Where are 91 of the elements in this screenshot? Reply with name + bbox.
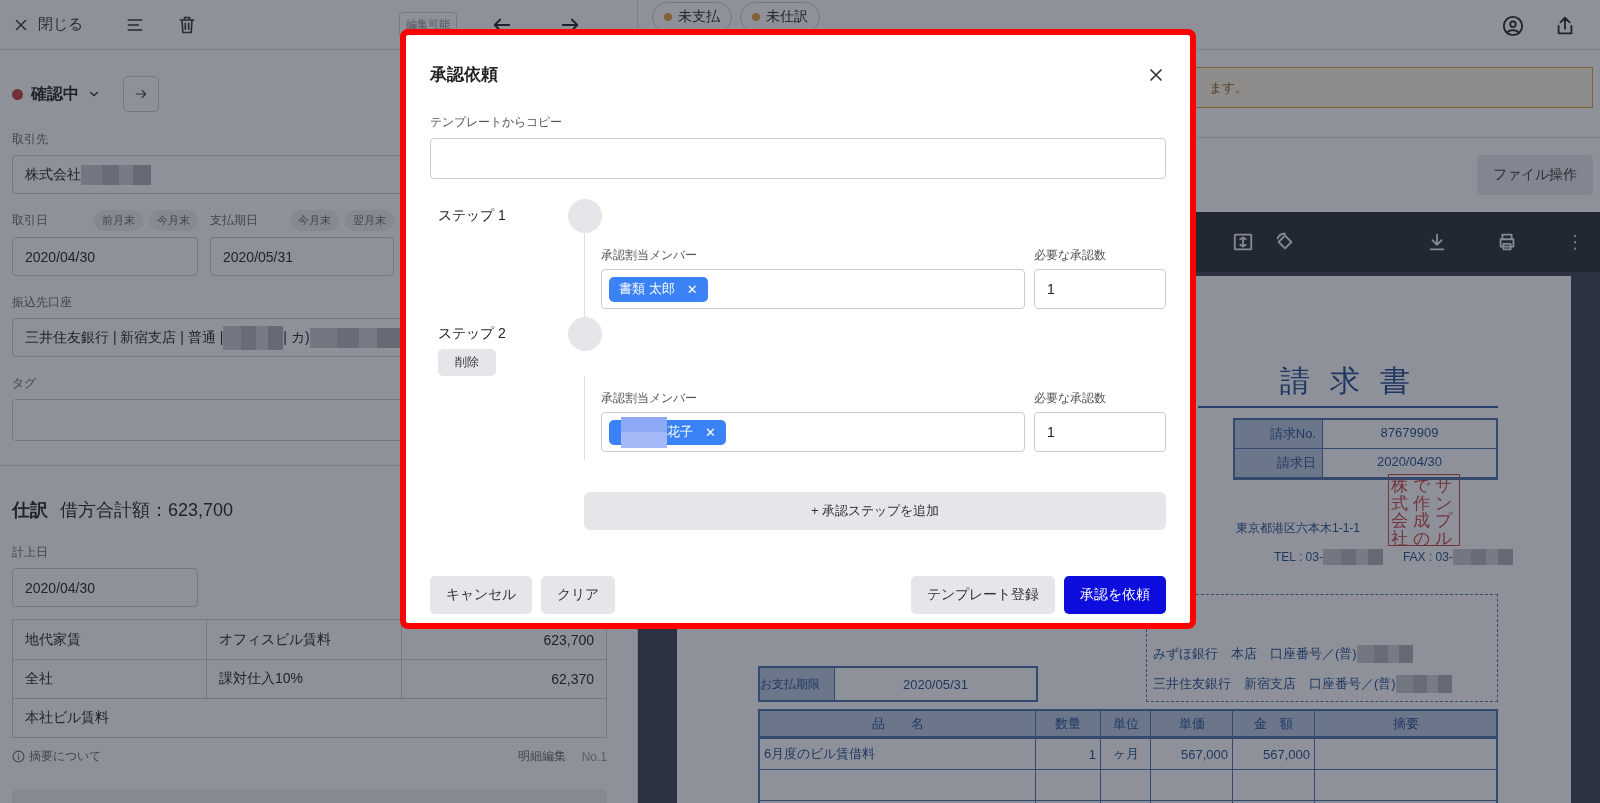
file-menu-button[interactable]: ファイル操作	[1477, 155, 1593, 195]
section-title: 仕訳	[12, 499, 48, 522]
redaction-mosaic	[81, 164, 151, 185]
invoice-header-cell: 単価	[1150, 711, 1232, 736]
field-label: 承認割当メンバー	[601, 390, 698, 407]
status-tag[interactable]: 未仕訳	[740, 2, 820, 32]
redaction-mosaic	[1356, 645, 1413, 663]
count-field[interactable]: 1	[1034, 269, 1166, 309]
table-cell-text: 本社ビル賃料	[24, 708, 110, 727]
invoice-header-cell: 摘要	[1314, 711, 1496, 736]
info-link[interactable]: 摘要について	[12, 748, 101, 765]
status-dot	[664, 13, 672, 21]
redaction-mosaic	[223, 325, 284, 350]
redaction-mosaic	[1452, 549, 1513, 565]
invoice-cell-text: 2020/05/31	[901, 675, 970, 694]
field-label: 取引日	[12, 211, 48, 229]
invoice-cell: 567,000	[1150, 739, 1232, 769]
table-cell-text: 全社	[24, 669, 54, 688]
status-dot	[752, 13, 760, 21]
fit-page-icon[interactable]	[1232, 231, 1254, 253]
field-label: 承認割当メンバー	[601, 247, 698, 264]
member-field[interactable]: 書類 太郎 ✕	[601, 269, 1025, 309]
request-approval-button[interactable]: 承認を依頼	[1064, 576, 1166, 614]
account-text: | カ)	[283, 328, 310, 347]
field-label: タグ	[12, 375, 37, 392]
invoice-cell: 567,000	[1232, 739, 1314, 769]
member-chip[interactable]: 書類 太郎 ✕	[609, 276, 708, 302]
date-field[interactable]: 2020/04/30	[12, 568, 198, 607]
invoice-cell: 請求日	[1235, 449, 1323, 478]
account-text: 三井住友銀行 | 新宿支店 | 普通 |	[25, 328, 224, 347]
redaction-mosaic	[1322, 549, 1383, 565]
invoice-cell: ヶ月	[1100, 739, 1150, 769]
table-cell: 62,370	[401, 660, 606, 698]
date-shortcut[interactable]: 今月末	[290, 209, 339, 231]
status-dot	[12, 88, 23, 100]
footer-button[interactable]: テンプレート登録	[911, 576, 1055, 614]
arrow-right-icon	[134, 87, 148, 101]
step-label: ステップ 1	[438, 207, 506, 225]
invoice-cell: 1	[1035, 739, 1100, 769]
field-label: 支払期日	[210, 211, 258, 229]
member-field[interactable]: 花子 ✕	[601, 412, 1025, 452]
invoice-cell: 87679909	[1323, 420, 1496, 449]
invoice-cell-text: 6月度のビル賃借料	[763, 745, 877, 763]
date-field[interactable]: 2020/04/30	[12, 237, 198, 276]
invoice-header-cell: 単位	[1100, 711, 1150, 736]
field-label: テンプレートからコピー	[430, 114, 563, 131]
member-chip[interactable]: 花子 ✕	[609, 419, 726, 445]
company-stamp: 株式会社 で作成の サンプル	[1388, 474, 1460, 546]
invoice-phone: TEL : 03-	[1274, 549, 1383, 565]
field-label: 振込先口座	[12, 294, 73, 311]
step-circle	[568, 199, 602, 233]
bank-line: みずほ銀行 本店 口座番号／(普)	[1153, 645, 1491, 663]
date-shortcut[interactable]: 今月末	[149, 209, 198, 231]
bank-line: 三井住友銀行 新宿支店 口座番号／(普)	[1153, 675, 1491, 693]
invoice-header-cell-text: 品 名	[870, 714, 925, 733]
redaction-mosaic	[1395, 675, 1452, 693]
remove-icon[interactable]: ✕	[686, 281, 698, 297]
status-label[interactable]: 確認中	[31, 83, 79, 105]
delete-button[interactable]: 削除	[438, 349, 496, 376]
footer-button[interactable]: キャンセル	[430, 576, 532, 614]
template-field[interactable]	[430, 138, 1166, 179]
close-button[interactable]: 閉じる	[12, 15, 83, 34]
invoice-cell: 請求No.	[1235, 420, 1323, 449]
field-label: 必要な承認数	[1034, 247, 1107, 264]
footer-button[interactable]: クリア	[541, 576, 615, 614]
table-cell-text: 地代家賃	[24, 629, 82, 649]
invoice-cell: 2020/04/30	[1323, 449, 1496, 478]
step-circle	[568, 317, 602, 351]
count-field[interactable]: 1	[1034, 412, 1166, 452]
user-icon[interactable]	[1502, 14, 1524, 37]
date-shortcut[interactable]: 翌月末	[345, 209, 394, 231]
trash-icon[interactable]	[177, 14, 197, 35]
field-label: 取引先	[12, 131, 49, 148]
dialog-title: 承認依頼	[430, 64, 498, 86]
table-cell: 課対仕入10%	[206, 660, 401, 698]
date-field[interactable]: 2020/05/31	[210, 237, 394, 276]
add-step-button[interactable]: + 承認ステップを追加	[584, 492, 1166, 530]
total-amount: 借方合計額：623,700	[60, 499, 234, 522]
remove-icon[interactable]: ✕	[705, 424, 716, 440]
info-icon	[12, 750, 25, 763]
invoice-cell: お支払期限	[760, 668, 835, 700]
redaction-mosaic	[621, 416, 667, 448]
invoice-title: 請 求 書	[1198, 361, 1498, 408]
invoice-header-cell: 数量	[1035, 711, 1100, 736]
status-tag[interactable]: 未支払	[652, 2, 732, 32]
step-label: ステップ 2	[438, 325, 506, 343]
date-shortcut[interactable]: 前月末	[94, 209, 143, 231]
edit-link[interactable]: 明細編集	[517, 748, 566, 765]
invoice-header-cell: 金 額	[1232, 711, 1314, 736]
field-label: 必要な承認数	[1034, 390, 1107, 407]
invoice-fax: FAX : 03-	[1402, 549, 1513, 565]
